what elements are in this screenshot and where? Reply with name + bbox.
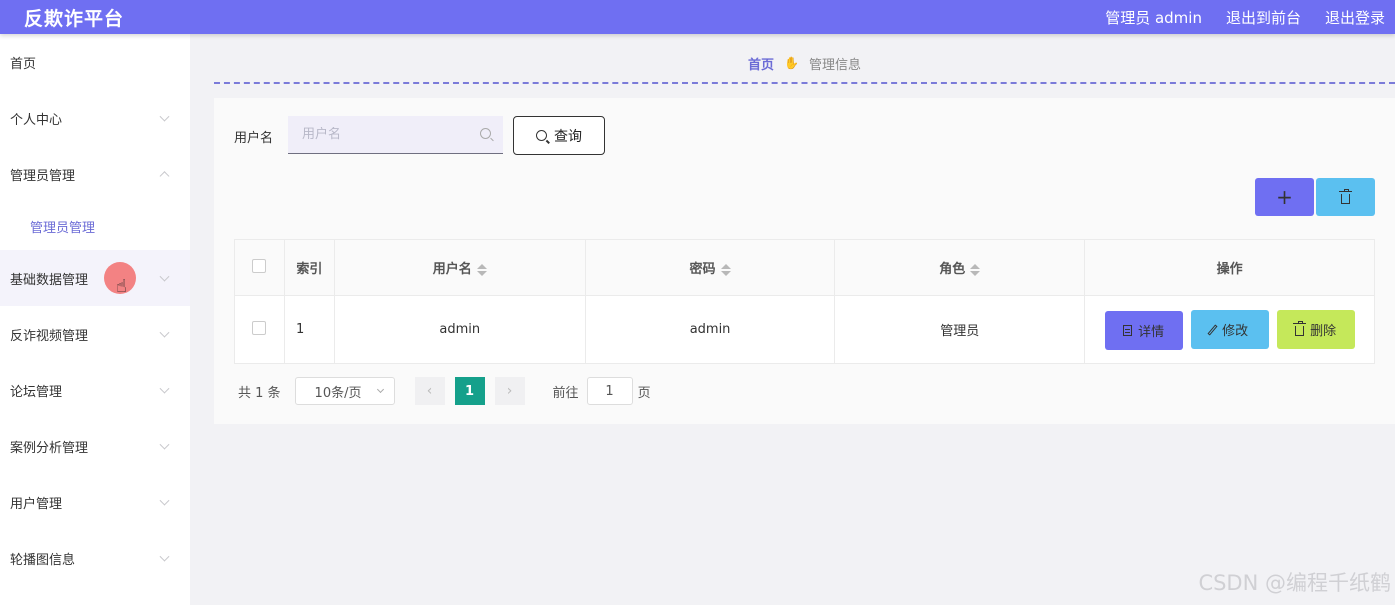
- breadcrumb-current: 管理信息: [808, 57, 861, 73]
- document-icon: [1123, 324, 1133, 336]
- cell-index: 1: [283, 295, 335, 364]
- batch-delete-button[interactable]: [1316, 178, 1375, 216]
- sort-icon[interactable]: [476, 263, 487, 276]
- page-size-select[interactable]: 10条/页: [294, 377, 395, 405]
- column-header-password[interactable]: 密码: [584, 239, 836, 296]
- sidebar-item-label: 基础数据管理: [10, 272, 89, 288]
- chevron-down-icon: [159, 439, 170, 450]
- watermark: CSDN @编程千纸鹤: [1198, 571, 1391, 595]
- sidebar-item-label: 轮播图信息: [10, 552, 76, 568]
- sidebar-item-base-data-management[interactable]: 基础数据管理 ☝: [0, 250, 190, 306]
- chevron-right-icon: ›: [506, 383, 513, 399]
- goto-suffix: 页: [637, 385, 651, 401]
- admin-table: 索引 用户名 密码 角色 操作 1 admin admin 管理员 详情 修改 删除: [234, 239, 1375, 364]
- breadcrumb-home-link[interactable]: 首页: [748, 54, 774, 73]
- sidebar-item-carousel-info[interactable]: 轮播图信息: [0, 530, 190, 586]
- sidebar-item-personal-center[interactable]: 个人中心: [0, 90, 190, 146]
- query-button-label: 查询: [554, 128, 582, 145]
- header-actions: 管理员 admin 退出到前台 退出登录: [1081, 7, 1395, 28]
- detail-button[interactable]: 详情: [1104, 310, 1183, 350]
- sidebar-item-label: 个人中心: [10, 112, 63, 128]
- trash-icon: [1339, 188, 1352, 204]
- sidebar-item-label: 首页: [10, 56, 37, 72]
- column-header-role[interactable]: 角色: [834, 239, 1086, 296]
- chevron-down-icon: [376, 385, 384, 394]
- search-icon: [480, 128, 491, 139]
- total-count: 共 1 条: [238, 385, 281, 401]
- query-button[interactable]: 查询: [513, 116, 605, 155]
- table-header-row: 索引 用户名 密码 角色 操作: [234, 239, 1375, 296]
- goto-label: 前往: [552, 385, 579, 401]
- column-header-index: 索引: [283, 239, 335, 296]
- plus-icon: +: [1276, 185, 1293, 209]
- sidebar-item-label: 管理员管理: [10, 168, 76, 184]
- column-header-username[interactable]: 用户名: [333, 239, 586, 296]
- breadcrumb: 首页 ✋ 管理信息: [214, 44, 1395, 84]
- goto-page: 前往 1 页: [553, 377, 651, 405]
- sidebar-item-label: 案例分析管理: [10, 440, 89, 456]
- sort-icon[interactable]: [970, 263, 981, 276]
- exit-to-front-link[interactable]: 退出到前台: [1226, 7, 1301, 28]
- pencil-icon: [1207, 323, 1218, 336]
- sidebar-item-case-analysis[interactable]: 案例分析管理: [0, 418, 190, 474]
- username-search-input[interactable]: [302, 127, 472, 142]
- sidebar-item-label: 论坛管理: [10, 384, 63, 400]
- sidebar: 首页 个人中心 管理员管理 管理员管理 基础数据管理 ☝ 反诈视频管理 论坛管理…: [0, 34, 190, 605]
- row-checkbox[interactable]: [252, 320, 267, 335]
- next-page-button[interactable]: ›: [494, 377, 525, 405]
- chevron-down-icon: [159, 383, 170, 394]
- sidebar-item-label: 管理员管理: [30, 220, 96, 236]
- sidebar-item-admin-management[interactable]: 管理员管理: [0, 146, 190, 202]
- goto-page-input[interactable]: 1: [586, 377, 633, 405]
- page-size-value: 10条/页: [314, 385, 362, 401]
- column-header-actions: 操作: [1084, 239, 1375, 296]
- row-select-cell: [234, 295, 285, 364]
- chevron-down-icon: [159, 495, 170, 506]
- chevron-down-icon: [159, 271, 170, 282]
- trash-icon: [1293, 320, 1307, 336]
- hand-separator-icon: ✋: [784, 56, 799, 70]
- brand-title: 反欺诈平台: [24, 7, 125, 30]
- top-bar: 反欺诈平台 管理员 admin 退出到前台 退出登录: [0, 0, 1395, 34]
- edit-button[interactable]: 修改: [1190, 310, 1269, 349]
- chevron-left-icon: ‹: [426, 383, 433, 399]
- main-card: 用户名 查询 + 索引 用户名 密码 角色 操作: [214, 98, 1395, 424]
- cell-actions: 详情 修改 删除: [1084, 295, 1375, 364]
- sidebar-item-home[interactable]: 首页: [0, 34, 190, 90]
- search-label: 用户名: [234, 131, 274, 146]
- page-number-1[interactable]: 1: [454, 377, 485, 405]
- sidebar-item-forum-management[interactable]: 论坛管理: [0, 362, 190, 418]
- search-field: [288, 116, 503, 154]
- search-icon: [536, 130, 547, 141]
- chevron-down-icon: [159, 327, 170, 338]
- cell-password: admin: [584, 295, 836, 364]
- chevron-down-icon: [159, 111, 170, 122]
- hand-cursor-icon: ☝: [116, 276, 127, 297]
- delete-button[interactable]: 删除: [1276, 309, 1355, 349]
- prev-page-button[interactable]: ‹: [414, 377, 445, 405]
- sidebar-item-label: 反诈视频管理: [10, 328, 89, 344]
- chevron-down-icon: [159, 551, 170, 562]
- sidebar-item-user-management[interactable]: 用户管理: [0, 474, 190, 530]
- cell-role: 管理员: [834, 295, 1086, 364]
- sidebar-item-label: 用户管理: [10, 496, 63, 512]
- sort-icon[interactable]: [720, 263, 731, 276]
- cell-username: admin: [333, 295, 586, 364]
- logout-link[interactable]: 退出登录: [1325, 7, 1385, 28]
- add-button[interactable]: +: [1255, 178, 1314, 216]
- chevron-up-icon: [159, 171, 170, 182]
- pagination: 共 1 条 10条/页 ‹ 1 › 前往 1 页: [238, 377, 651, 405]
- table-row: 1 admin admin 管理员 详情 修改 删除: [234, 295, 1375, 364]
- select-all-cell: [234, 239, 285, 296]
- sidebar-subitem-admin-management[interactable]: 管理员管理: [0, 202, 190, 250]
- current-user: 管理员 admin: [1105, 8, 1202, 27]
- select-all-checkbox[interactable]: [252, 258, 267, 273]
- sidebar-item-video-management[interactable]: 反诈视频管理: [0, 306, 190, 362]
